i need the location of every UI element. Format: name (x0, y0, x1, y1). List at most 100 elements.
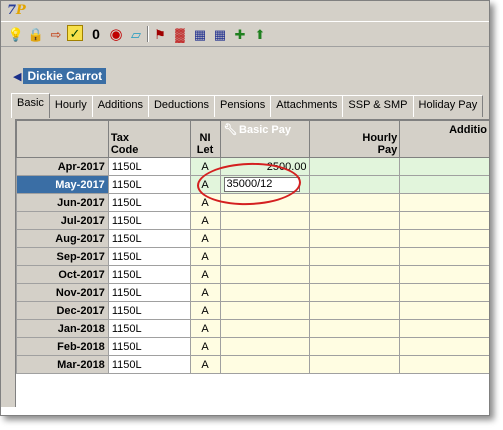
hourly-pay-cell[interactable] (309, 355, 401, 374)
tax-code-cell[interactable]: 1150L (107, 157, 191, 176)
table-row[interactable]: Sep-2017 1150L A (16, 247, 489, 266)
bar-chart-icon[interactable]: ▓ (171, 25, 189, 43)
ni-letter-cell[interactable]: A (189, 229, 221, 248)
target-icon[interactable]: ◉ (107, 25, 125, 43)
period-label[interactable]: Oct-2017 (16, 265, 109, 284)
additions-cell[interactable] (399, 265, 489, 284)
tab-deductions[interactable]: Deductions (147, 95, 216, 117)
additions-cell[interactable] (399, 355, 489, 374)
tab-hourly[interactable]: Hourly (48, 95, 93, 117)
additions-cell[interactable] (399, 301, 489, 320)
additions-cell[interactable] (399, 157, 489, 176)
lock-icon[interactable]: 🔒 (27, 25, 45, 43)
ni-letter-cell[interactable]: A (189, 319, 221, 338)
tab-attachments[interactable]: Attachments (270, 95, 344, 117)
hourly-pay-cell[interactable] (309, 337, 401, 356)
table-row[interactable]: May-2017 1150L A 35000/12 (16, 175, 489, 194)
wrench-icon[interactable]: 🔧︎ (224, 124, 238, 136)
period-label[interactable]: Jan-2018 (16, 319, 109, 338)
period-label[interactable]: May-2017 (16, 175, 109, 194)
add-payslip-alt-icon[interactable]: ⬆ (251, 25, 269, 43)
ni-letter-cell[interactable]: A (189, 265, 221, 284)
basic-pay-cell[interactable] (219, 283, 311, 302)
basic-pay-cell[interactable] (219, 301, 311, 320)
ni-letter-cell[interactable]: A (189, 283, 221, 302)
table-row[interactable]: Apr-2017 1150L A 2500.00 (16, 157, 489, 176)
ni-letter-cell[interactable]: A (189, 157, 221, 176)
additions-cell[interactable] (399, 283, 489, 302)
help-icon[interactable]: 💡 (7, 25, 25, 43)
hourly-pay-cell[interactable] (309, 211, 401, 230)
tax-code-cell[interactable]: 1150L (107, 283, 191, 302)
ni-letter-cell[interactable]: A (189, 301, 221, 320)
hourly-pay-cell[interactable] (309, 247, 401, 266)
hourly-pay-cell[interactable] (309, 193, 401, 212)
hourly-pay-cell[interactable] (309, 175, 401, 194)
tax-code-cell[interactable]: 1150L (107, 355, 191, 374)
ni-letter-cell[interactable]: A (189, 211, 221, 230)
ni-letter-cell[interactable]: A (189, 193, 221, 212)
basic-pay-cell[interactable] (219, 319, 311, 338)
additions-cell[interactable] (399, 247, 489, 266)
period-label[interactable]: Jun-2017 (16, 193, 109, 212)
zero-icon[interactable]: 0 (87, 25, 105, 43)
table-row[interactable]: Aug-2017 1150L A (16, 229, 489, 248)
import-icon[interactable]: ⇨ (47, 25, 65, 43)
col-header-tax-code[interactable]: Tax Code (107, 120, 191, 158)
table-row[interactable]: Nov-2017 1150L A (16, 283, 489, 302)
hourly-pay-cell[interactable] (309, 301, 401, 320)
grid-report-icon[interactable]: ▦ (211, 25, 229, 43)
table-row[interactable]: Dec-2017 1150L A (16, 301, 489, 320)
basic-pay-cell[interactable]: 2500.00 (219, 157, 311, 176)
basic-pay-cell[interactable] (219, 211, 311, 230)
ni-letter-cell[interactable]: A (189, 337, 221, 356)
approve-icon[interactable]: ✓ (67, 25, 83, 41)
table-row[interactable]: Oct-2017 1150L A (16, 265, 489, 284)
basic-pay-cell[interactable] (219, 193, 311, 212)
additions-cell[interactable] (399, 175, 489, 194)
period-label[interactable]: Nov-2017 (16, 283, 109, 302)
period-label[interactable]: Mar-2018 (16, 355, 109, 374)
additions-cell[interactable] (399, 319, 489, 338)
employee-name[interactable]: Dickie Carrot (23, 68, 107, 84)
table-row[interactable]: Jan-2018 1150L A (16, 319, 489, 338)
additions-cell[interactable] (399, 337, 489, 356)
eraser-icon[interactable]: ▱ (127, 25, 145, 43)
table-row[interactable]: Jul-2017 1150L A (16, 211, 489, 230)
ni-letter-cell[interactable]: A (189, 355, 221, 374)
tab-ssp-smp[interactable]: SSP & SMP (342, 95, 414, 117)
additions-cell[interactable] (399, 229, 489, 248)
tax-code-cell[interactable]: 1150L (107, 247, 191, 266)
hourly-pay-cell[interactable] (309, 283, 401, 302)
col-header-ni-let[interactable]: NI Let (189, 120, 221, 158)
tax-code-cell[interactable]: 1150L (107, 193, 191, 212)
additions-cell[interactable] (399, 211, 489, 230)
ni-letter-cell[interactable]: A (189, 175, 221, 194)
col-header-hourly-pay[interactable]: Hourly Pay (309, 120, 401, 158)
basic-pay-cell[interactable] (219, 265, 311, 284)
tax-code-cell[interactable]: 1150L (107, 229, 191, 248)
hourly-pay-cell[interactable] (309, 157, 401, 176)
basic-pay-input[interactable]: 35000/12 (223, 177, 300, 192)
tax-code-cell[interactable]: 1150L (107, 301, 191, 320)
col-header-additions[interactable]: Additio (399, 120, 489, 158)
tax-code-cell[interactable]: 1150L (107, 175, 191, 194)
basic-pay-cell[interactable] (219, 247, 311, 266)
tax-code-cell[interactable]: 1150L (107, 211, 191, 230)
employee-selector[interactable]: ◀ Dickie Carrot (13, 67, 107, 85)
table-row[interactable]: Feb-2018 1150L A (16, 337, 489, 356)
chevron-left-icon[interactable]: ◀ (13, 70, 21, 83)
tab-pensions[interactable]: Pensions (214, 95, 272, 117)
basic-pay-cell[interactable]: 35000/12 (219, 175, 311, 194)
period-label[interactable]: Dec-2017 (16, 301, 109, 320)
tax-code-cell[interactable]: 1150L (107, 319, 191, 338)
tab-holiday-pay[interactable]: Holiday Pay (412, 95, 484, 117)
hourly-pay-cell[interactable] (309, 319, 401, 338)
add-payslip-icon[interactable]: ✚ (231, 25, 249, 43)
table-row[interactable]: Mar-2018 1150L A (16, 355, 489, 374)
tab-basic[interactable]: Basic (11, 93, 50, 118)
basic-pay-cell[interactable] (219, 337, 311, 356)
calendar-icon[interactable]: ▦ (191, 25, 209, 43)
basic-pay-cell[interactable] (219, 229, 311, 248)
period-label[interactable]: Feb-2018 (16, 337, 109, 356)
